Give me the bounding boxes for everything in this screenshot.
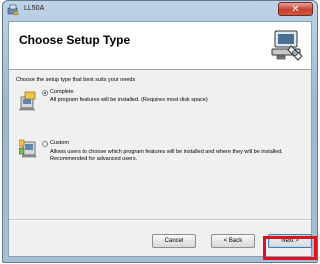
next-button-highlight (263, 236, 317, 260)
footer-divider (9, 219, 311, 221)
custom-option-description: Allows users to choose which program fea… (50, 149, 283, 162)
setup-prompt: Choose the setup type that best suits yo… (16, 77, 136, 83)
page-title: Choose Setup Type (19, 33, 131, 47)
back-button[interactable]: < Back (211, 234, 255, 248)
setup-computer-icon (271, 30, 303, 61)
complete-install-icon (19, 91, 36, 111)
cancel-button[interactable]: Cancel (152, 234, 196, 248)
dialog-client-area: Choose Setup Type Choose the setup type … (8, 21, 312, 257)
window-title: LL50A (24, 5, 45, 12)
complete-option-label[interactable]: Complete (50, 89, 74, 95)
close-button[interactable]: ✕ (278, 2, 313, 16)
installer-window: LL50A ✕ Choose Setup Type Choose the set… (2, 0, 318, 263)
custom-option-label[interactable]: Custom (50, 140, 69, 146)
complete-radio[interactable] (42, 90, 48, 96)
title-bar[interactable]: LL50A ✕ (3, 1, 317, 21)
custom-install-icon (19, 139, 37, 158)
close-icon: ✕ (291, 4, 300, 15)
custom-radio[interactable] (42, 141, 48, 147)
complete-option-description: All program features will be installed. … (50, 97, 208, 103)
installer-app-icon (7, 4, 19, 16)
setup-type-panel: Choose the setup type that best suits yo… (9, 70, 311, 220)
header-banner: Choose Setup Type (9, 22, 311, 70)
